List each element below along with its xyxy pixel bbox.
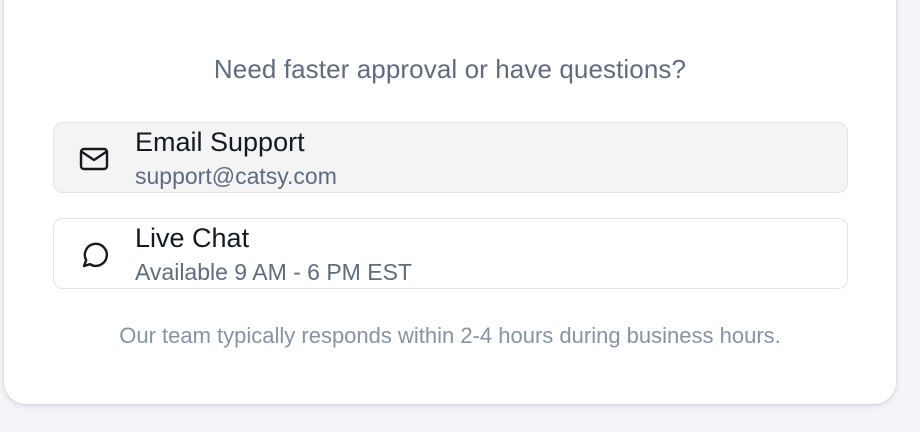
option-subtitle: Available 9 AM - 6 PM EST: [135, 259, 412, 285]
response-time-note: Our team typically responds within 2-4 h…: [119, 323, 781, 348]
option-subtitle: support@catsy.com: [135, 163, 337, 189]
option-title: Email Support: [135, 127, 305, 157]
email-support-option[interactable]: Email Support support@catsy.com: [53, 122, 848, 193]
mail-icon: [78, 143, 110, 175]
support-question: Need faster approval or have questions?: [213, 54, 687, 84]
chat-bubble-icon: [78, 239, 110, 271]
option-title: Live Chat: [135, 223, 250, 253]
live-chat-option[interactable]: Live Chat Available 9 AM - 6 PM EST: [53, 218, 848, 289]
